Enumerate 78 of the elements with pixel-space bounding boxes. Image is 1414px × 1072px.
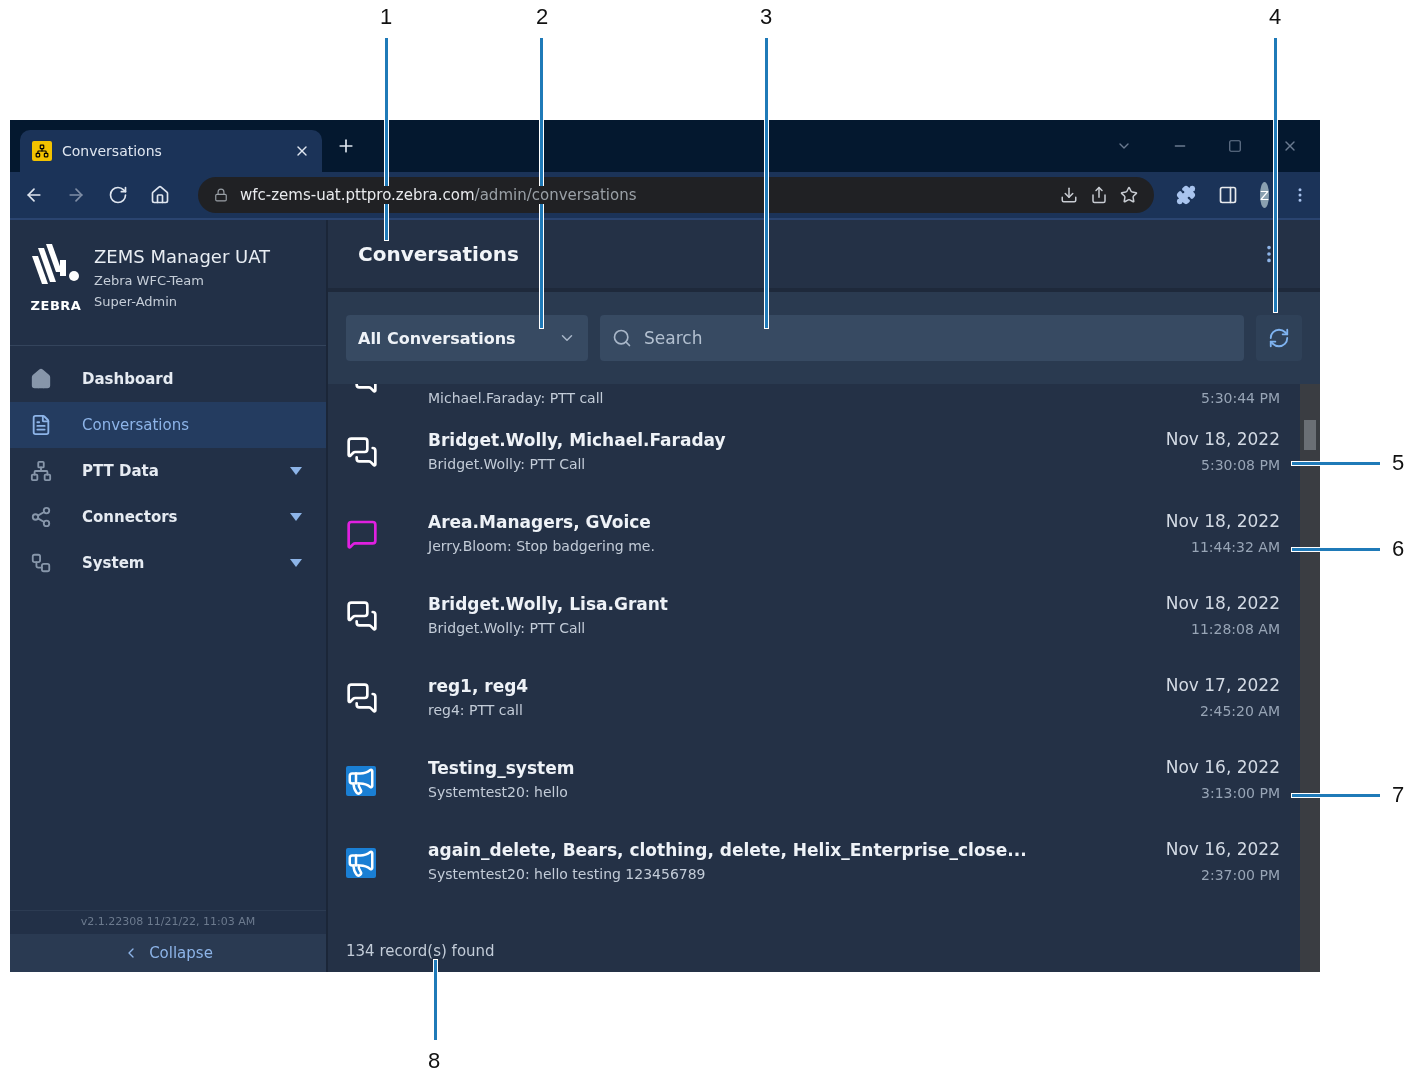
maximize-icon[interactable] — [1228, 138, 1242, 154]
conversation-filter-dropdown[interactable]: All Conversations — [346, 315, 588, 361]
refresh-icon — [1268, 327, 1290, 349]
last-message: reg4: PTT call — [428, 702, 524, 718]
download-icon[interactable] — [1060, 186, 1078, 204]
callout-number: 6 — [1392, 536, 1405, 562]
last-message: Systemtest20: hello — [428, 784, 569, 800]
callout-number: 2 — [536, 4, 549, 30]
side-panel-icon[interactable] — [1218, 185, 1238, 205]
callout-number: 5 — [1392, 450, 1405, 476]
conversation-time: 3:13:00 PM — [1201, 785, 1280, 801]
house-icon — [30, 368, 52, 390]
speech-bubbles-icon — [346, 436, 378, 468]
search-field[interactable]: Search — [600, 315, 1244, 361]
callout-number: 4 — [1269, 4, 1282, 30]
zebra-favicon-icon — [32, 141, 52, 161]
callout-number: 1 — [380, 4, 393, 30]
network-icon — [30, 552, 52, 574]
browser-tab[interactable]: Conversations — [20, 130, 322, 172]
lock-icon — [214, 188, 228, 202]
conversation-time: 5:30:08 PM — [1201, 457, 1280, 473]
home-icon[interactable] — [150, 185, 170, 205]
last-message: Bridget.Wolly: PTT Call — [428, 456, 587, 472]
share-icon — [30, 506, 52, 528]
speech-bubbles-icon — [346, 600, 378, 632]
document-icon — [30, 414, 52, 436]
brand-wordmark: ZEBRA — [30, 298, 82, 313]
last-message: Michael.Faraday: PTT call — [428, 390, 605, 406]
hierarchy-icon — [30, 460, 52, 482]
conversation-time: 2:37:00 PM — [1201, 867, 1280, 883]
puzzle-icon[interactable] — [1176, 185, 1196, 205]
reload-icon[interactable] — [108, 185, 128, 205]
conversation-title[interactable]: again_delete, Bears, clothing, delete, Helix_Enterprise_close... — [428, 840, 1118, 860]
star-icon[interactable] — [1120, 186, 1138, 204]
last-message: Bridget.Wolly: PTT Call — [428, 620, 587, 636]
callout-number: 8 — [428, 1048, 441, 1072]
conversation-date: Nov 17, 2022 — [1165, 675, 1280, 695]
conversation-time: 2:45:20 AM — [1199, 703, 1280, 719]
conversation-time: 11:28:08 AM — [1191, 621, 1280, 637]
team-name: Zebra WFC-Team — [94, 273, 205, 288]
share-icon[interactable] — [1090, 186, 1108, 204]
conversation-date: Nov 18, 2022 — [1165, 593, 1280, 613]
search-icon — [612, 328, 632, 348]
conversation-date: Nov 18, 2022 — [1165, 511, 1280, 531]
record-count: 134 record(s) found — [346, 942, 496, 962]
conversation-time: 5:30:44 PM — [1201, 390, 1280, 406]
last-message: Systemtest20: hello testing 123456789 — [428, 866, 707, 882]
collapse-button[interactable]: Collapse — [10, 934, 326, 972]
scrollbar-thumb[interactable] — [1304, 420, 1316, 450]
conversation-time: 11:44:32 AM — [1191, 539, 1280, 555]
conversation-date: Nov 16, 2022 — [1165, 839, 1280, 859]
callout-number: 3 — [760, 4, 773, 30]
conversation-title[interactable]: Area.Managers, GVoice — [428, 512, 1118, 532]
refresh-button[interactable] — [1256, 315, 1302, 361]
last-message: Jerry.Bloom: Stop badgering me. — [428, 538, 656, 554]
speech-bubble-icon — [346, 518, 378, 550]
user-role: Super-Admin — [94, 294, 179, 309]
nav-item[interactable]: Conversations — [10, 402, 326, 448]
nav-item[interactable]: PTT Data — [10, 448, 326, 494]
nav-item[interactable]: System — [10, 540, 326, 586]
speech-bubbles-icon — [346, 682, 378, 714]
conversation-date: Nov 18, 2022 — [1165, 429, 1280, 449]
callout-number: 7 — [1392, 782, 1405, 808]
tab-title: Conversations — [62, 143, 163, 159]
conversation-title[interactable]: Bridget.Wolly, Michael.Faraday — [428, 430, 1118, 450]
app-name: ZEMS Manager UAT — [94, 246, 271, 267]
megaphone-icon — [346, 766, 376, 796]
conversation-title[interactable]: Bridget.Wolly, Lisa.Grant — [428, 594, 1118, 614]
conversation-date: Nov 16, 2022 — [1165, 757, 1280, 777]
nav-item[interactable]: Connectors — [10, 494, 326, 540]
nav-item[interactable]: Dashboard — [10, 356, 326, 402]
address-bar[interactable]: wfc-zems-uat.pttpro.zebra.com/admin/conversations — [198, 177, 1154, 213]
page-title: Conversations — [358, 242, 519, 266]
url-text: wfc-zems-uat.pttpro.zebra.com/admin/conversations — [240, 186, 637, 204]
scrollbar[interactable] — [1300, 384, 1320, 972]
megaphone-icon — [346, 848, 376, 878]
conversation-title[interactable]: Testing_system — [428, 758, 1118, 778]
conversation-title[interactable]: reg1, reg4 — [428, 676, 1118, 696]
